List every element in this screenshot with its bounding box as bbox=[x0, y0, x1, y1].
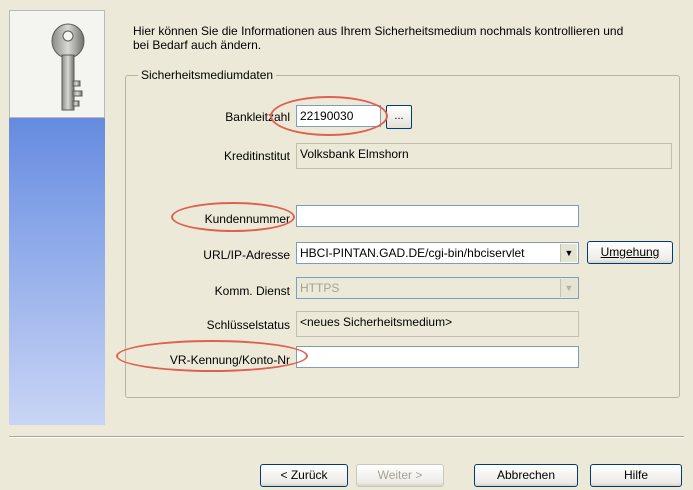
intro-text: Hier können Sie die Informationen aus Ih… bbox=[133, 24, 624, 52]
umgehung-button[interactable]: Umgehung bbox=[587, 241, 673, 264]
next-button[interactable]: Weiter > bbox=[356, 464, 444, 487]
key-icon bbox=[51, 23, 85, 111]
umgehung-button-label: Umgehung bbox=[600, 245, 660, 259]
komm-dienst-label: Komm. Dienst bbox=[214, 284, 290, 298]
help-button[interactable]: Hilfe bbox=[590, 464, 682, 487]
komm-dienst-dropdown: HTTPS ▼ bbox=[296, 277, 579, 299]
kreditinstitut-field: Volksbank Elmshorn bbox=[296, 143, 672, 169]
vr-kennung-field[interactable] bbox=[296, 346, 579, 368]
groupbox-title: Sicherheitsmediumdaten bbox=[138, 68, 277, 82]
chevron-down-icon: ▼ bbox=[560, 279, 577, 297]
url-label: URL/IP-Adresse bbox=[203, 248, 290, 262]
button-bar-separator bbox=[9, 436, 684, 438]
kundennummer-field[interactable] bbox=[296, 205, 579, 227]
url-dropdown-value: HBCI-PINTAN.GAD.DE/cgi-bin/hbciservlet bbox=[300, 246, 525, 260]
bankleitzahl-browse-button[interactable]: ... bbox=[386, 105, 412, 129]
vr-kennung-label: VR-Kennung/Konto-Nr bbox=[169, 353, 290, 367]
bankleitzahl-label: Bankleitzahl bbox=[225, 110, 290, 124]
key-image-box bbox=[9, 10, 105, 118]
chevron-down-icon[interactable]: ▼ bbox=[560, 244, 577, 262]
back-button[interactable]: < Zurück bbox=[260, 464, 348, 487]
komm-dienst-value: HTTPS bbox=[300, 281, 340, 295]
cancel-button[interactable]: Abbrechen bbox=[474, 464, 578, 487]
bankleitzahl-field[interactable]: 22190030 bbox=[296, 105, 381, 127]
schluesselstatus-field: <neues Sicherheitsmedium> bbox=[296, 311, 579, 337]
schluesselstatus-label: Schlüsselstatus bbox=[206, 318, 290, 332]
url-dropdown[interactable]: HBCI-PINTAN.GAD.DE/cgi-bin/hbciservlet ▼ bbox=[296, 242, 579, 264]
kreditinstitut-label: Kreditinstitut bbox=[223, 149, 290, 163]
kundennummer-label: Kundennummer bbox=[204, 212, 290, 226]
wizard-side-panel bbox=[9, 10, 105, 425]
